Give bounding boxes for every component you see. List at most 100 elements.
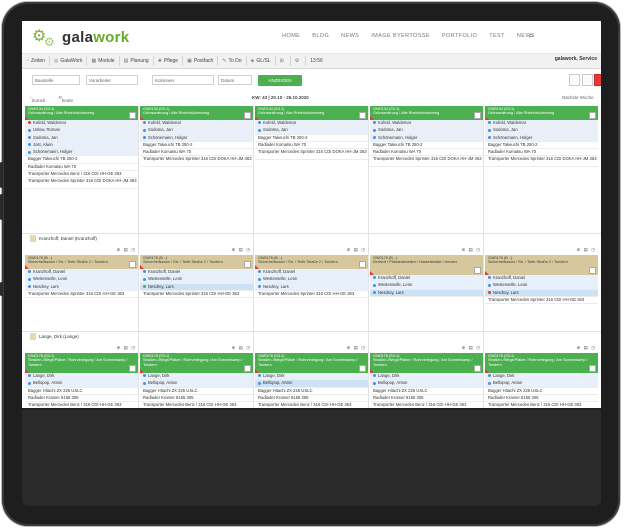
galawork-logo[interactable]: ⚙ ⚙ galawork	[30, 26, 140, 50]
resource-row[interactable]: Kranzhoff, Daniel	[370, 275, 483, 283]
equipment-row[interactable]: Bagger Takeuchi TB 250-2	[370, 142, 483, 150]
toolbar-pflege[interactable]: ❀ Pflege	[154, 56, 184, 66]
kolonnen-filter[interactable]: Kolonnen	[152, 75, 214, 85]
menu-item-test[interactable]: TEST	[489, 33, 505, 39]
resource-row[interactable]: Westenselle, Leon	[370, 282, 483, 290]
job-card-header[interactable]: GW0134 (S3.1) Grünsanierung / Alte Rheinb…	[140, 106, 253, 120]
equipment-row[interactable]: Bagger Takeuchi TB 250-2	[255, 135, 368, 142]
equipment-row[interactable]: Bagger Hitachi ZX 225 USLC	[140, 388, 253, 395]
equipment-row[interactable]: Transporter Mercedes Sprinter 316 CDI HH…	[255, 291, 368, 299]
day-actions[interactable]: ⊕ ▤ ◷	[347, 247, 366, 253]
resource-row[interactable]: Bellopop, Anton	[25, 380, 138, 388]
equipment-row[interactable]: Transporter Mercedes Benz / 316 CDI HH-G…	[140, 402, 253, 408]
crew-header[interactable]: Kranzhoff, Daniel (Kranzhoff)	[22, 233, 601, 244]
day-actions[interactable]: ⊕ ▤ ◷	[347, 345, 366, 351]
equipment-row[interactable]: Transporter Mercedes Sprinter 316 CDI DO…	[25, 178, 138, 190]
today-link[interactable]: ⟲ heute	[58, 95, 73, 103]
job-card-header[interactable]: GW0176 (S3.1) Straßen-/Wege/Plätze / Rohr…	[370, 353, 483, 373]
next-week-link[interactable]: Nächste Woche	[562, 95, 594, 100]
equipment-row[interactable]: Radlader Kramer 8155 305	[140, 395, 253, 403]
resource-row[interactable]: Sodoma, Jan	[485, 127, 598, 135]
resource-row[interactable]: Westenselle, Leon	[140, 276, 253, 284]
toolbar-zeiten[interactable]: ◔ Zeiten	[22, 56, 50, 66]
equipment-row[interactable]: Transporter Mercedes Benz / 316 CDI HH-G…	[25, 171, 138, 179]
equipment-row[interactable]: Bagger Hitachi ZX 225 USLC	[255, 388, 368, 395]
resource-row[interactable]: Kranzhoff, Daniel	[140, 269, 253, 277]
equipment-row[interactable]: Radlader Komatsu WA 70	[370, 149, 483, 157]
day-actions[interactable]: ⊕ ▤ ◷	[232, 247, 251, 253]
job-card-header[interactable]: GW0176 (S3.1) Straßen-/Wege/Plätze / Rohr…	[485, 353, 598, 373]
equipment-row[interactable]: Bagger Hitachi ZX 225 USLC	[370, 388, 483, 395]
resource-row[interactable]: Bellopop, Anton	[370, 380, 483, 388]
toolbar-table[interactable]: ⊞	[276, 56, 291, 66]
equipment-row[interactable]: Radlader Komatsu WA 70	[255, 142, 368, 150]
day-actions[interactable]: ⊕ ▤ ◷	[117, 345, 136, 351]
resource-row[interactable]: Uslow, Roman	[25, 127, 138, 135]
resource-row[interactable]: Lange, Dirk	[255, 373, 368, 381]
equipment-row[interactable]: Transporter Mercedes Benz / 316 CDI HH-G…	[25, 402, 138, 408]
resource-row[interactable]: Westenselle, Leon	[255, 276, 368, 284]
resource-row[interactable]: Kufeld, Waldemar	[255, 120, 368, 128]
equipment-row[interactable]: Bagger Hitachi ZX 225 USLC	[25, 388, 138, 395]
job-checkbox[interactable]	[244, 112, 251, 119]
toolbar-settings[interactable]: ⚙	[291, 56, 307, 66]
menu-item-home[interactable]: HOME	[282, 33, 300, 39]
toolbar-module[interactable]: ▦ Module	[87, 56, 120, 66]
job-card-header[interactable]: GW0176 (S3.1) Straßen-/Wege/Plätze / Rohr…	[140, 353, 253, 373]
job-card-header[interactable]: GW0176 (S3.1) Straßen-/Wege/Plätze / Rohr…	[255, 353, 368, 373]
job-checkbox[interactable]	[129, 112, 136, 119]
user-menu[interactable]: galawork, Service	[555, 56, 597, 62]
equipment-row[interactable]: Transporter Mercedes Sprinter 316 CDI DO…	[140, 156, 253, 168]
search-icon[interactable]: ⌕	[529, 31, 533, 41]
resource-row[interactable]: Schönemann, Holger	[485, 134, 598, 142]
equipment-row[interactable]: Transporter Mercedes Benz / 316 CDI HH-G…	[255, 402, 368, 408]
alert-icon[interactable]	[594, 74, 601, 86]
resource-row[interactable]: Kufeld, Waldemar	[140, 120, 253, 128]
toolbar-todo[interactable]: ✎ To Do	[218, 56, 247, 66]
menu-item-image[interactable]: IMAGE BYERTOSSE	[371, 33, 430, 39]
resource-row[interactable]: Kufeld, Waldemar	[485, 120, 598, 128]
toolbar-galawork[interactable]: ◎ GalaWork	[50, 56, 88, 66]
menu-item-blog[interactable]: BLOG	[312, 33, 329, 39]
job-card-header[interactable]: GW0176 (S3.1) Straßen-/Wege/Plätze / Rohr…	[25, 353, 138, 373]
day-actions[interactable]: ⊕ ▤ ◷	[462, 345, 481, 351]
equipment-row[interactable]: Transporter Mercedes Sprinter 316 CDI HH…	[485, 297, 598, 305]
resource-row[interactable]: Nesdroy, Lars	[140, 283, 253, 291]
day-actions[interactable]: ⊕ ▤ ◷	[577, 247, 596, 253]
job-card-header[interactable]: GW0134 (S3.1) Grünsanierung / Alte Rheinb…	[25, 106, 138, 120]
equipment-row[interactable]: Radlader Kramer 8155 305	[255, 395, 368, 403]
equipment-row[interactable]: Radlader Komatsu WA 70	[140, 149, 253, 157]
back-link[interactable]: ‹ Zurück	[30, 95, 45, 103]
equipment-row[interactable]: Radlader Kramer 8155 305	[25, 395, 138, 403]
equipment-row[interactable]: Bagger Takeuchi TB 250-2	[485, 142, 598, 150]
equipment-row[interactable]: Transporter Mercedes Benz / 316 CDI HH-G…	[485, 402, 598, 408]
day-actions[interactable]: ⊕ ▤ ◷	[577, 345, 596, 351]
job-card-header[interactable]: GW0134 (S3.1) Grünsanierung / Alte Rheinb…	[255, 106, 368, 120]
resource-row[interactable]: Schönemann, Holger	[370, 134, 483, 142]
resource-row[interactable]: Sodoma, Jan	[255, 127, 368, 135]
resource-row[interactable]: Sodoma, Jan	[140, 127, 253, 135]
datum-filter[interactable]: Datum	[218, 75, 252, 85]
job-card-header[interactable]: GW0134 (S3.1) Grünsanierung / Alte Rheinb…	[370, 106, 483, 120]
equipment-row[interactable]: Radlader Kramer 8155 305	[485, 395, 598, 403]
job-checkbox[interactable]	[589, 365, 596, 372]
job-card-header[interactable]: GW0176 (B ..) Sicherheitszaun / Str. / Te…	[25, 255, 138, 269]
job-checkbox[interactable]	[129, 261, 136, 268]
resource-row[interactable]: Nesdroy, Lars	[25, 283, 138, 291]
resource-row[interactable]: Bellopop, Anton	[140, 380, 253, 388]
resource-row[interactable]: Nesdroy, Lars	[485, 289, 598, 297]
equipment-row[interactable]: Transporter Mercedes Benz / 316 CDI HH-G…	[370, 402, 483, 408]
baustelle-filter[interactable]: Baustelle	[32, 75, 80, 85]
equipment-row[interactable]: Radlader Kramer 8155 305	[370, 395, 483, 403]
equipment-row[interactable]: Transporter Mercedes Sprinter 316 CDI DO…	[255, 149, 368, 161]
equipment-row[interactable]: Transporter Mercedes Sprinter 316 CDI HH…	[25, 291, 138, 299]
day-actions[interactable]: ⊕ ▤ ◷	[232, 345, 251, 351]
resource-row[interactable]: Lange, Dirk	[370, 373, 483, 381]
resource-row[interactable]: Jost, Alwin	[25, 141, 138, 150]
resource-row[interactable]: Bellopop, Anton	[485, 380, 598, 388]
resource-row[interactable]: Lange, Dirk	[25, 373, 138, 381]
day-actions[interactable]: ⊕ ▤ ◷	[462, 247, 481, 253]
resource-row[interactable]: Kranzhoff, Daniel	[255, 269, 368, 277]
resource-row[interactable]: Schönemann, Holger	[25, 149, 138, 157]
job-card-header[interactable]: GW0176 (B ..) Sicherheitszaun / Str. / Te…	[140, 255, 253, 269]
